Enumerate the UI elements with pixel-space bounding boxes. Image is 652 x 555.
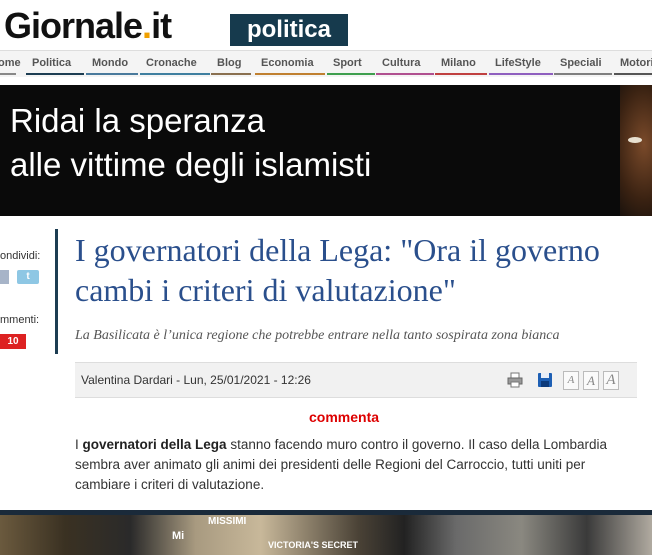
comments-count-badge[interactable]: 10 <box>0 334 26 349</box>
save-icon[interactable] <box>537 372 553 388</box>
site-logo[interactable]: Giornale.it <box>4 4 172 48</box>
nav-label: Motori <box>620 57 652 69</box>
font-size-large-button[interactable]: A <box>603 371 619 390</box>
logo-suffix: it <box>151 5 172 46</box>
nav-label: Cultura <box>382 57 421 69</box>
nav-label: LifeStyle <box>495 57 541 69</box>
facebook-share-icon[interactable] <box>0 270 9 284</box>
photo-top-edge <box>0 510 652 515</box>
nav-label: Politica <box>32 57 72 69</box>
print-icon[interactable] <box>507 372 523 388</box>
nav-item-blog[interactable]: Blog <box>211 51 251 75</box>
commenta-link[interactable]: commenta <box>309 409 379 425</box>
body-bold: governatori della Lega <box>82 437 227 452</box>
nav-item-cultura[interactable]: Cultura <box>376 51 434 75</box>
article-subtitle: La Basilicata è l’unica regione che potr… <box>75 328 560 343</box>
nav-item-speciali[interactable]: Speciali <box>554 51 612 75</box>
nav-label: Sport <box>333 57 362 69</box>
section-badge[interactable]: politica <box>230 14 348 46</box>
nav-item-home[interactable]: ome <box>0 51 21 75</box>
photo-sign-victorias-secret: VICTORIA'S SECRET <box>268 540 358 550</box>
nav-item-sport[interactable]: Sport <box>327 51 375 75</box>
article-body: I governatori della Lega stanno facendo … <box>75 435 640 495</box>
main-nav: ome Politica Mondo Cronache Blog Economi… <box>0 50 652 77</box>
font-size-medium-button[interactable]: A <box>583 371 599 390</box>
site-header: Giornale.it politica <box>0 0 652 50</box>
twitter-share-icon[interactable]: t <box>17 270 39 284</box>
article-meta-bar: Valentina Dardari - Lun, 25/01/2021 - 12… <box>75 362 637 398</box>
nav-item-motori[interactable]: Motori <box>614 51 652 75</box>
banner-line-1: Ridai la speranza <box>10 102 265 139</box>
body-prefix: I <box>75 437 83 452</box>
nav-item-mondo[interactable]: Mondo <box>86 51 138 75</box>
logo-dot: . <box>142 5 152 46</box>
article-byline: Valentina Dardari - Lun, 25/01/2021 - 12… <box>81 373 311 387</box>
ad-banner[interactable]: Ridai la speranza alle vittime degli isl… <box>0 85 652 216</box>
nav-label: Economia <box>261 57 314 69</box>
nav-label: Speciali <box>560 57 602 69</box>
nav-label: Milano <box>441 57 476 69</box>
banner-text: Ridai la speranza alle vittime degli isl… <box>10 99 371 187</box>
banner-face-image <box>620 85 652 216</box>
photo-sign-mi: Mi <box>172 530 185 542</box>
nav-label: Blog <box>217 57 242 69</box>
title-accent-bar <box>55 229 58 354</box>
nav-item-politica[interactable]: Politica <box>26 51 84 75</box>
nav-label: ome <box>0 57 21 69</box>
font-size-small-button[interactable]: A <box>563 371 579 390</box>
banner-line-2: alle vittime degli islamisti <box>10 146 372 183</box>
nav-label: Mondo <box>92 57 129 69</box>
nav-item-milano[interactable]: Milano <box>435 51 487 75</box>
comments-label: mmenti: <box>0 314 40 326</box>
share-label: ondividi: <box>0 250 41 262</box>
nav-item-lifestyle[interactable]: LifeStyle <box>489 51 553 75</box>
nav-item-cronache[interactable]: Cronache <box>140 51 210 75</box>
photo-sign-missimi: MISSIMI <box>208 516 247 527</box>
logo-main: Giornale <box>4 5 143 46</box>
nav-label: Cronache <box>146 57 197 69</box>
article-title: I governatori della Lega: "Ora il govern… <box>75 232 600 308</box>
nav-item-economia[interactable]: Economia <box>255 51 325 75</box>
